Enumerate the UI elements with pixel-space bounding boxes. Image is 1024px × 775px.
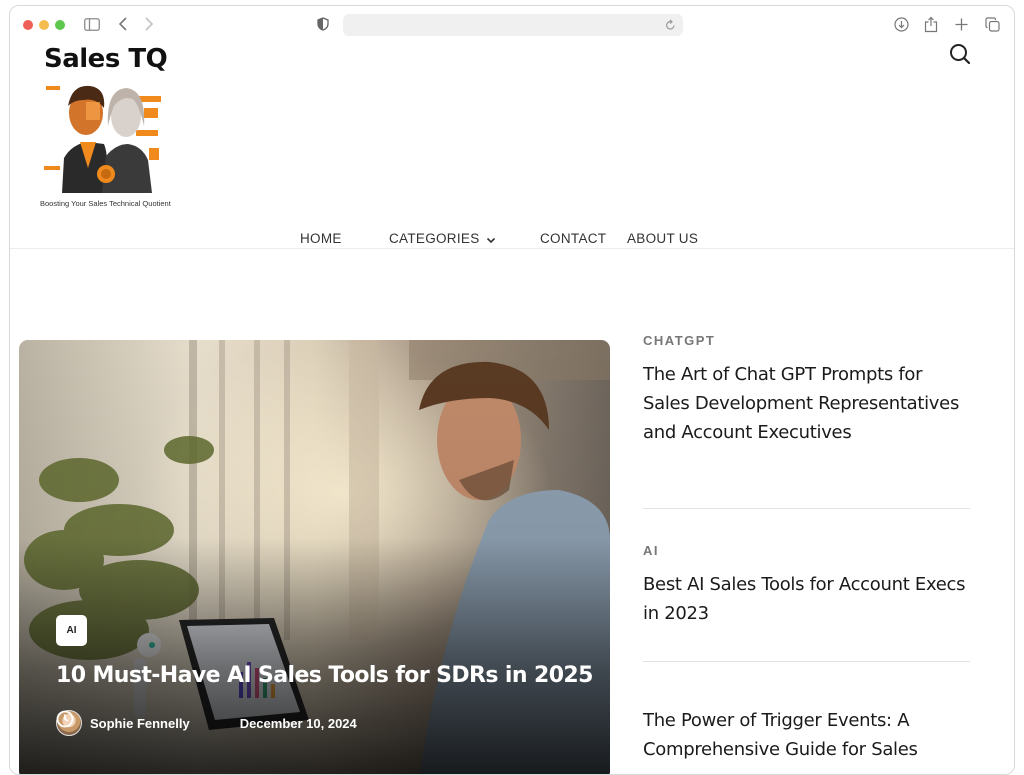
post-divider: [643, 508, 970, 509]
tabs-overview-icon[interactable]: [983, 14, 1001, 34]
browser-window: Sales TQ Boosting Your Sales Technical Q…: [9, 5, 1015, 775]
sidebar-icon[interactable]: [84, 14, 100, 34]
nav-item-categories[interactable]: CATEGORIES: [389, 231, 496, 247]
back-icon[interactable]: [116, 14, 130, 34]
main-navigation: HOME CATEGORIES CONTACT ABOUT US: [10, 228, 1014, 250]
post-title[interactable]: Best AI Sales Tools for Account Execs in…: [643, 570, 973, 628]
shield-icon[interactable]: [315, 14, 331, 34]
reload-icon[interactable]: [663, 17, 677, 33]
nav-item-contact[interactable]: CONTACT: [540, 231, 606, 246]
nav-item-about-us[interactable]: ABOUT US: [627, 231, 698, 246]
featured-post-card[interactable]: AI 10 Must-Have AI Sales Tools for SDRs …: [19, 340, 610, 774]
zoom-window-button[interactable]: [55, 20, 65, 30]
nav-divider: [10, 248, 1014, 249]
post-divider: [643, 661, 970, 662]
nav-item-label: ABOUT US: [627, 231, 699, 246]
browser-toolbar: [10, 6, 1014, 42]
site-logo-title[interactable]: Sales TQ: [44, 44, 168, 74]
forward-icon[interactable]: [142, 14, 156, 34]
post-category[interactable]: AI: [643, 543, 659, 558]
post-category[interactable]: CHATGPT: [643, 333, 715, 348]
new-tab-icon[interactable]: [952, 14, 970, 34]
nav-item-label: CATEGORIES: [389, 231, 480, 246]
minimize-window-button[interactable]: [39, 20, 49, 30]
site-tagline: Boosting Your Sales Technical Quotient: [40, 199, 171, 208]
category-badge[interactable]: AI: [56, 615, 87, 646]
nav-item-label: CONTACT: [540, 231, 607, 246]
chevron-down-icon: [486, 232, 496, 247]
search-icon[interactable]: [948, 42, 972, 66]
author-name[interactable]: Sophie Fennelly: [90, 716, 190, 731]
nav-item-home[interactable]: HOME: [300, 231, 342, 246]
post-title[interactable]: The Power of Trigger Events: A Comprehen…: [643, 706, 973, 764]
close-window-button[interactable]: [23, 20, 33, 30]
site-logo-image[interactable]: [44, 78, 174, 198]
share-icon[interactable]: [922, 14, 940, 34]
clock-icon: [56, 710, 232, 732]
featured-post-meta: Sophie Fennelly December 10, 2024: [56, 710, 357, 736]
post-title[interactable]: The Art of Chat GPT Prompts for Sales De…: [643, 360, 973, 447]
featured-post-title[interactable]: 10 Must-Have AI Sales Tools for SDRs in …: [56, 663, 593, 688]
address-bar[interactable]: [343, 14, 683, 36]
download-icon[interactable]: [892, 14, 910, 34]
nav-item-label: HOME: [300, 231, 342, 246]
post-date: December 10, 2024: [239, 715, 357, 731]
